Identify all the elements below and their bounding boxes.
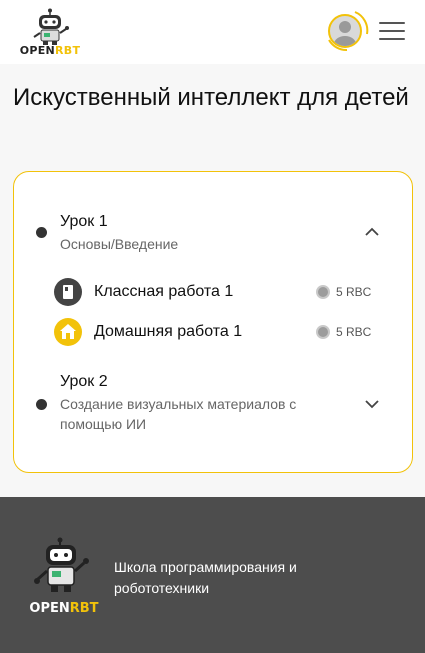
lessons-card: Урок 1 Основы/Введение Классная работа 1… — [13, 171, 413, 473]
footer: OPENRBT Школа программирования и роботот… — [0, 497, 425, 653]
task-label: Домашняя работа 1 — [94, 323, 243, 340]
menu-line — [379, 38, 405, 40]
logo-text-open: OPEN — [19, 44, 56, 57]
logo-text-open: OPEN — [29, 601, 70, 616]
user-avatar-icon — [334, 21, 356, 46]
task-classwork-1[interactable]: Классная работа 1 5 RBC — [54, 277, 384, 307]
footer-openrbt-logo[interactable]: OPENRBT — [22, 537, 106, 619]
task-cost: 5 RBC — [336, 325, 372, 339]
chevron-up-icon[interactable] — [362, 222, 382, 242]
lesson-subtitle: Основы/Введение — [60, 236, 179, 252]
hamburger-menu-button[interactable] — [379, 22, 405, 42]
menu-line — [379, 30, 405, 32]
task-cost: 5 RBC — [336, 285, 372, 299]
user-avatar-button[interactable] — [328, 14, 362, 48]
lesson-title: Урок 1 — [60, 213, 108, 230]
page-title: Искуственный интеллект для детей — [13, 84, 409, 111]
robot-logo-icon — [34, 537, 89, 592]
openrbt-logo[interactable]: OPENRBT — [14, 8, 86, 58]
header: OPENRBT — [0, 0, 425, 64]
footer-logo-text: OPENRBT — [22, 601, 106, 616]
coin-icon — [316, 325, 330, 339]
logo-text-rbt: RBT — [69, 601, 99, 616]
robot-logo-icon — [33, 8, 69, 45]
task-label: Классная работа 1 — [94, 283, 234, 300]
footer-tagline: Школа программирования и робототехники — [114, 559, 297, 596]
lesson-bullet — [36, 399, 47, 410]
lesson-bullet — [36, 227, 47, 238]
classwork-icon — [54, 278, 82, 306]
lesson-1[interactable]: Урок 1 Основы/Введение — [14, 210, 412, 260]
lesson-title: Урок 2 — [60, 373, 108, 390]
logo-text-rbt: RBT — [55, 44, 81, 57]
menu-line — [379, 22, 405, 24]
lesson-subtitle: Создание визуальных материалов с помощью… — [60, 396, 297, 432]
logo-text: OPENRBT — [14, 44, 86, 57]
chevron-down-icon[interactable] — [362, 394, 382, 414]
task-homework-1[interactable]: Домашняя работа 1 5 RBC — [54, 317, 384, 347]
coin-icon — [316, 285, 330, 299]
lesson-2[interactable]: Урок 2 Создание визуальных материалов с … — [14, 370, 412, 440]
homework-house-icon — [54, 318, 82, 346]
